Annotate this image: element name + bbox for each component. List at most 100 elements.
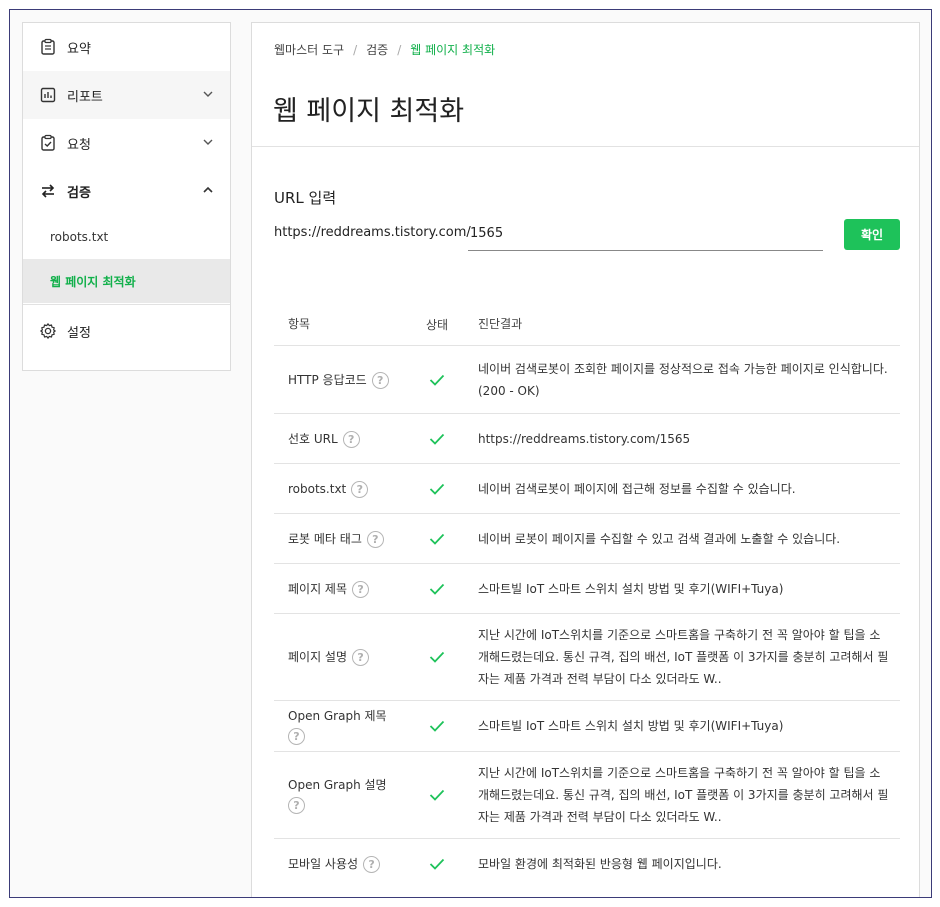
table-row: HTTP 응답코드? 네이버 검색로봇이 조회한 페이지를 정상적으로 접속 가…: [274, 346, 900, 414]
status-cell: [410, 720, 464, 732]
row-item-label: Open Graph 설명: [288, 778, 387, 792]
checklist-icon: [39, 134, 57, 152]
breadcrumb-separator: /: [397, 43, 402, 57]
breadcrumb-verify[interactable]: 검증: [366, 43, 388, 57]
sidebar-item-request[interactable]: 요청: [23, 119, 230, 167]
check-icon: [429, 720, 445, 732]
table-row: 로봇 메타 태그? 네이버 로봇이 페이지를 수집할 수 있고 검색 결과에 노…: [274, 514, 900, 564]
row-item-label: 페이지 설명: [288, 650, 348, 664]
row-item-label: Open Graph 제목: [288, 709, 387, 723]
header-divider: [252, 146, 919, 147]
status-cell: [410, 583, 464, 595]
breadcrumb: 웹마스터 도구 / 검증 / 웹 페이지 최적화: [274, 41, 495, 58]
main-panel: 웹마스터 도구 / 검증 / 웹 페이지 최적화 웹 페이지 최적화 URL 입력 ht…: [251, 22, 920, 897]
swap-arrows-icon: [39, 182, 57, 200]
help-icon[interactable]: ?: [351, 480, 369, 498]
row-item: 로봇 메타 태그?: [274, 530, 410, 548]
table-header: 항목 상태 진단결과: [274, 303, 900, 346]
header-result: 진단결과: [478, 317, 523, 331]
help-icon[interactable]: ?: [363, 856, 381, 873]
row-result: https://reddreams.tistory.com/1565: [478, 431, 691, 446]
status-cell: [410, 858, 464, 870]
row-item: 페이지 제목?: [274, 580, 410, 598]
row-result: 네이버 검색로봇이 조회한 페이지를 정상적으로 접속 가능한 페이지로 인식합…: [478, 361, 888, 398]
row-result: 스마트빌 IoT 스마트 스위치 설치 방법 및 후기(WIFI+Tuya): [478, 581, 784, 596]
table-row: 모바일 사용성? 모바일 환경에 최적화된 반응형 웹 페이지입니다.: [274, 839, 900, 889]
chevron-down-icon: [203, 91, 213, 97]
table-row: robots.txt? 네이버 검색로봇이 페이지에 접근해 정보를 수집할 수…: [274, 464, 900, 514]
window-frame: 요약 리포트 요청 검증 robots.txt 웹 페이지 최적화 설정 웹마스…: [9, 9, 932, 898]
gear-icon: [39, 322, 57, 340]
check-icon: [429, 858, 445, 870]
check-icon: [429, 483, 445, 495]
sidebar-item-verify[interactable]: 검증: [23, 167, 230, 215]
help-icon[interactable]: ?: [288, 728, 305, 745]
sidebar-item-label: 설정: [67, 325, 91, 341]
sidebar-item-settings[interactable]: 설정: [23, 305, 230, 357]
table-row: 페이지 제목? 스마트빌 IoT 스마트 스위치 설치 방법 및 후기(WIFI…: [274, 564, 900, 614]
clipboard-icon: [39, 38, 57, 56]
confirm-button[interactable]: 확인: [844, 219, 900, 250]
check-icon: [429, 533, 445, 545]
help-icon[interactable]: ?: [366, 530, 384, 548]
url-prefix: https://reddreams.tistory.com/: [274, 225, 471, 240]
status-cell: [410, 651, 464, 663]
row-item-label: 선호 URL: [288, 431, 338, 446]
sidebar-item-label: 검증: [67, 185, 91, 201]
check-icon: [429, 651, 445, 663]
status-cell: [410, 789, 464, 801]
url-path-input[interactable]: [468, 217, 823, 251]
row-item-label: 페이지 제목: [288, 581, 348, 596]
header-item: 항목: [288, 317, 311, 331]
sidebar: 요약 리포트 요청 검증 robots.txt 웹 페이지 최적화 설정: [22, 22, 231, 371]
table-row: 선호 URL? https://reddreams.tistory.com/15…: [274, 414, 900, 464]
sidebar-item-label: 요약: [67, 41, 91, 57]
chevron-up-icon: [203, 186, 213, 193]
table-row: 페이지 설명? 지난 시간에 IoT스위치를 기준으로 스마트홈을 구축하기 전…: [274, 614, 900, 701]
help-icon[interactable]: ?: [352, 580, 370, 598]
row-item: HTTP 응답코드?: [274, 371, 410, 389]
url-input-label: URL 입력: [274, 189, 337, 207]
row-item-label: 로봇 메타 태그: [288, 531, 362, 546]
row-item: 페이지 설명?: [274, 648, 410, 666]
check-icon: [429, 374, 445, 386]
row-item: robots.txt?: [274, 480, 410, 498]
row-result: 지난 시간에 IoT스위치를 기준으로 스마트홈을 구축하기 전 꼭 알아야 할…: [478, 766, 889, 824]
check-icon: [429, 789, 445, 801]
page-title: 웹 페이지 최적화: [273, 96, 465, 127]
sidebar-subitem-robots[interactable]: robots.txt: [23, 215, 230, 259]
row-result: 지난 시간에 IoT스위치를 기준으로 스마트홈을 구축하기 전 꼭 알아야 할…: [478, 628, 889, 686]
table-row: Open Graph 설명? 지난 시간에 IoT스위치를 기준으로 스마트홈을…: [274, 752, 900, 839]
bar-chart-icon: [39, 86, 57, 104]
header-status: 상태: [425, 317, 449, 332]
breadcrumb-current: 웹 페이지 최적화: [410, 43, 496, 57]
sidebar-item-label: 요청: [67, 137, 91, 153]
sidebar-item-summary[interactable]: 요약: [23, 23, 230, 71]
help-icon[interactable]: ?: [352, 649, 370, 666]
sidebar-subitem-web-optimization[interactable]: 웹 페이지 최적화: [23, 259, 230, 303]
check-icon: [429, 433, 445, 445]
sidebar-item-label: 리포트: [67, 89, 103, 105]
row-item: Open Graph 제목?: [274, 707, 410, 745]
status-cell: [410, 533, 464, 545]
row-item-label: 모바일 사용성: [288, 857, 359, 871]
row-result: 네이버 로봇이 페이지를 수집할 수 있고 검색 결과에 노출할 수 있습니다.: [478, 531, 841, 546]
row-item: 모바일 사용성?: [274, 855, 410, 873]
row-item: 선호 URL?: [274, 430, 410, 448]
breadcrumb-separator: /: [353, 43, 358, 57]
help-icon[interactable]: ?: [342, 430, 360, 448]
results-table: 항목 상태 진단결과 HTTP 응답코드? 네이버 검색로봇이 조회한 페이지를…: [274, 303, 900, 889]
status-cell: [410, 374, 464, 386]
sidebar-item-report[interactable]: 리포트: [23, 71, 230, 119]
status-cell: [410, 483, 464, 495]
row-item-label: robots.txt: [288, 481, 347, 496]
row-result: 스마트빌 IoT 스마트 스위치 설치 방법 및 후기(WIFI+Tuya): [478, 719, 784, 733]
row-item-label: HTTP 응답코드: [288, 372, 367, 387]
row-result: 모바일 환경에 최적화된 반응형 웹 페이지입니다.: [478, 857, 722, 871]
breadcrumb-webmaster-tools[interactable]: 웹마스터 도구: [274, 43, 344, 57]
help-icon[interactable]: ?: [371, 371, 389, 389]
chevron-down-icon: [203, 139, 213, 145]
table-row: Open Graph 제목? 스마트빌 IoT 스마트 스위치 설치 방법 및 …: [274, 701, 900, 752]
help-icon[interactable]: ?: [288, 797, 305, 814]
check-icon: [429, 583, 445, 595]
